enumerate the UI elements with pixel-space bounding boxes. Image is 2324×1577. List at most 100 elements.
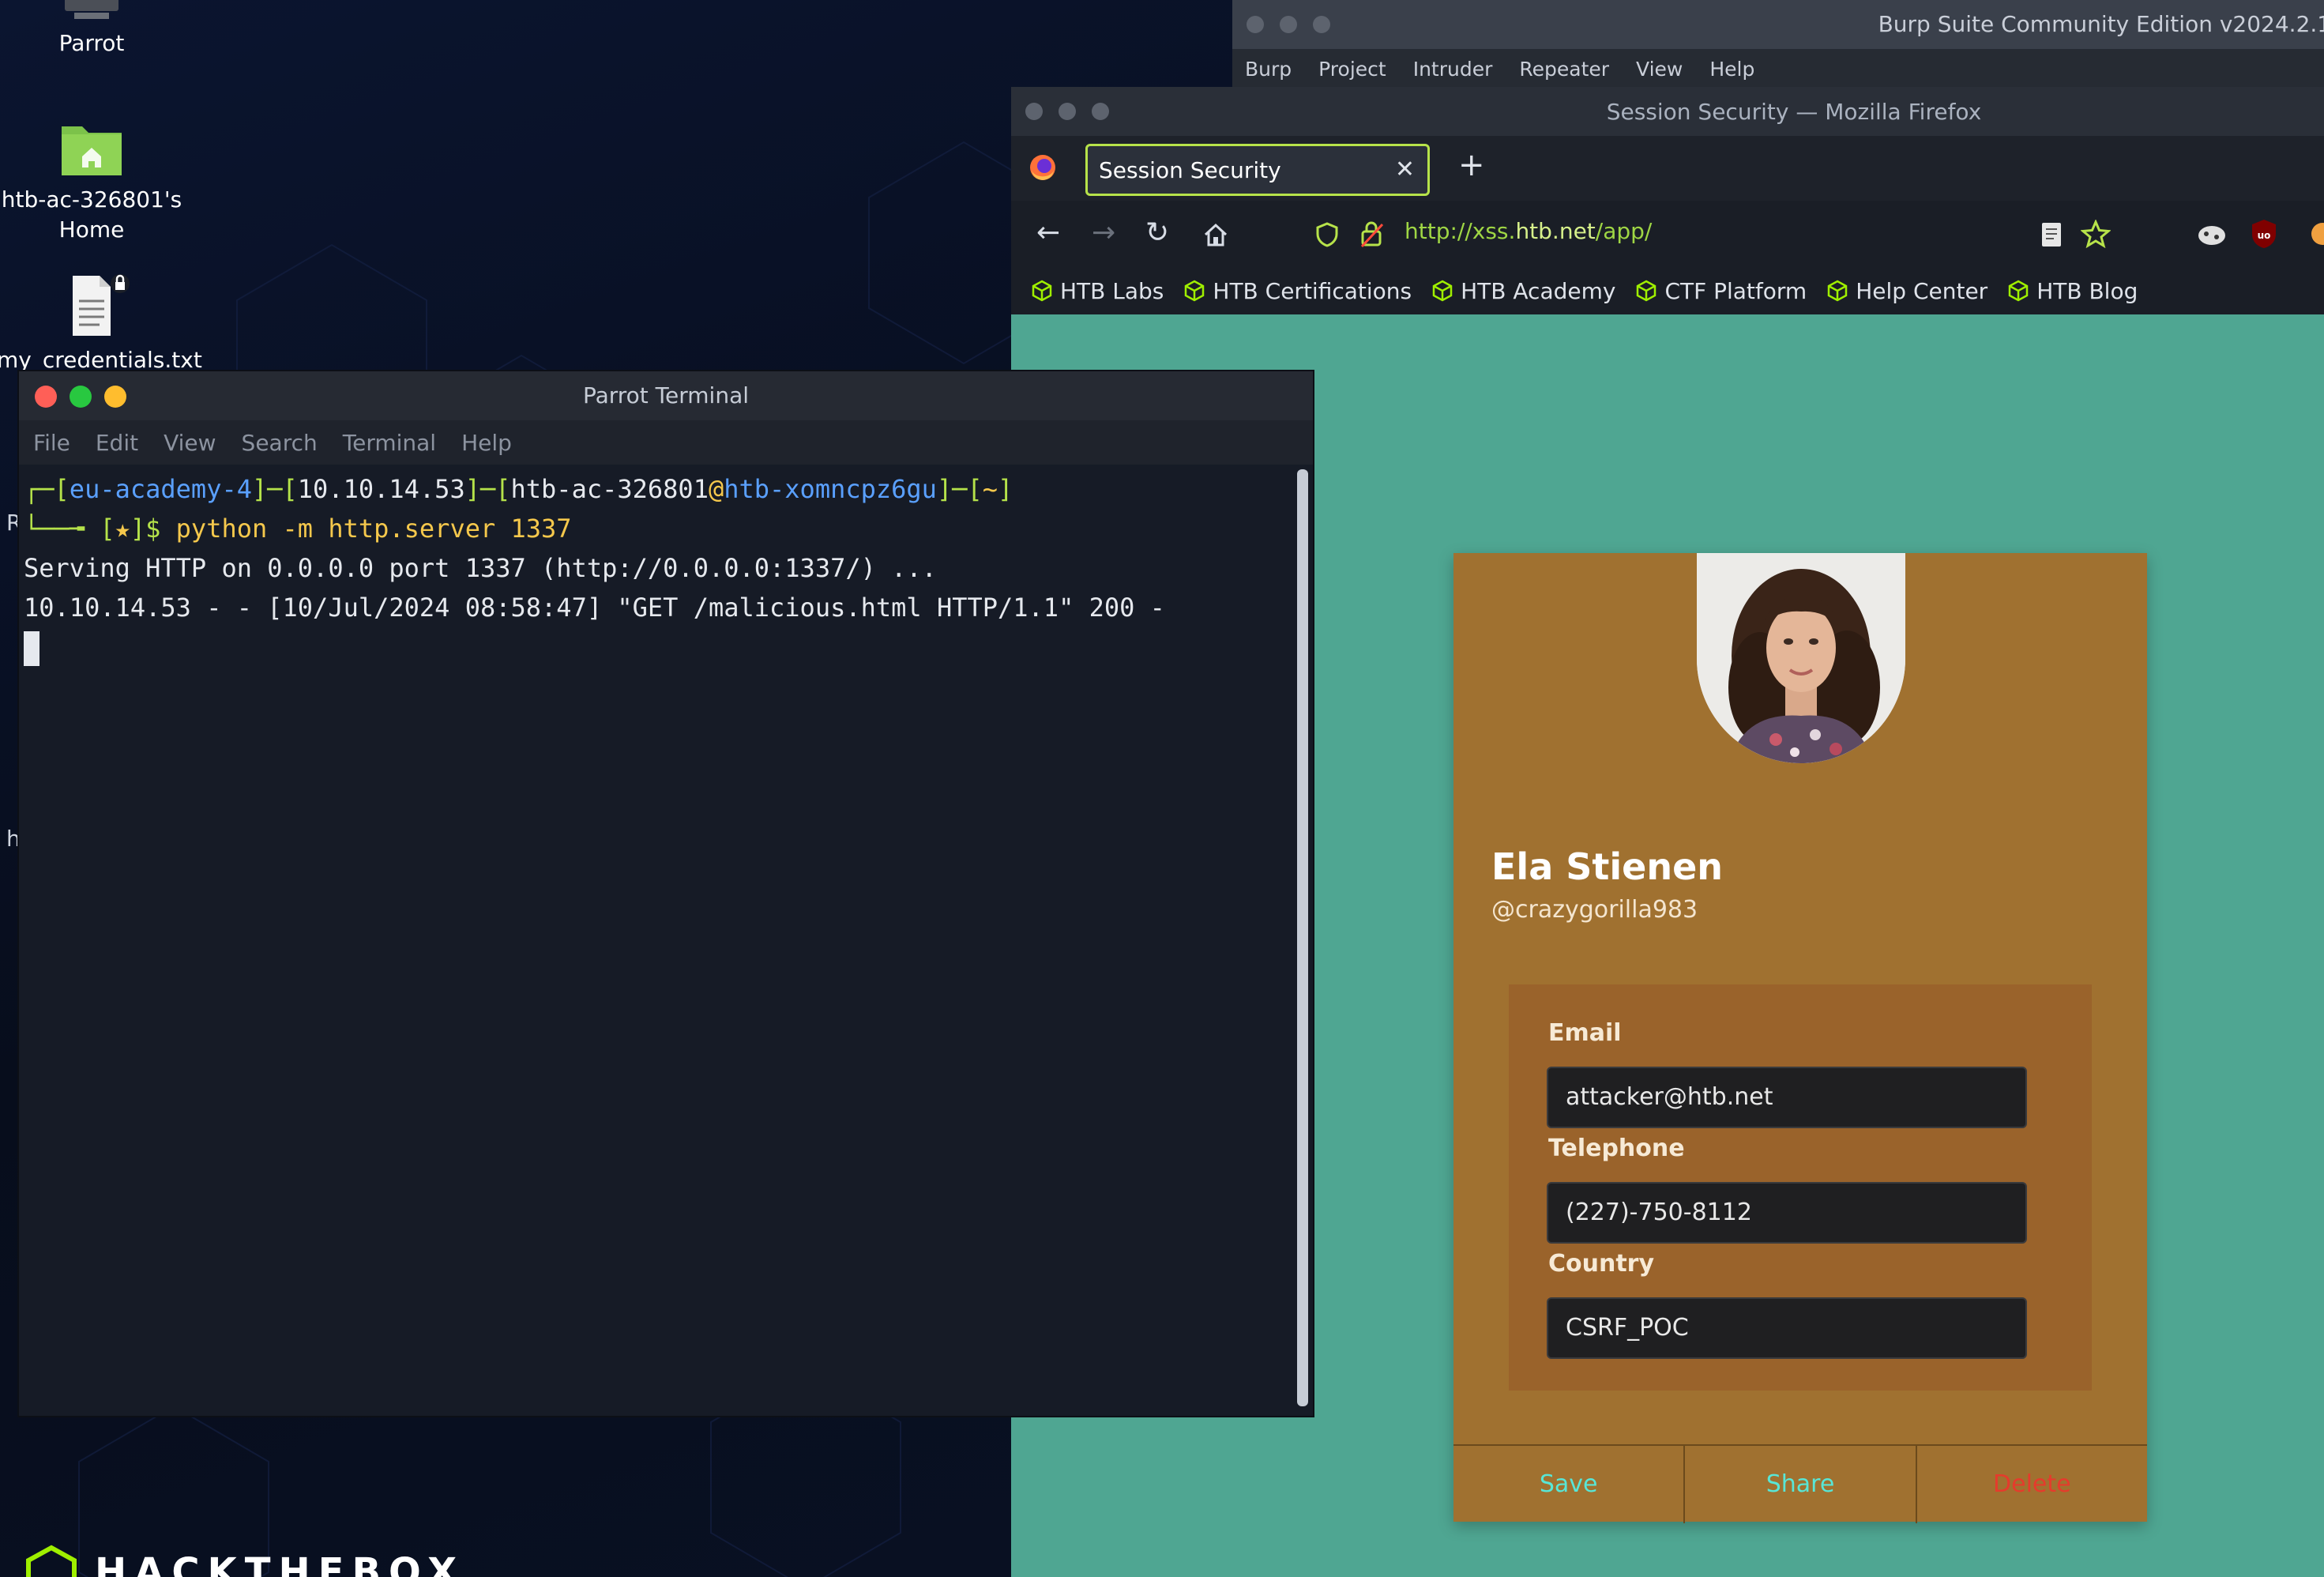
firefox-minimize-button[interactable]: [1059, 103, 1076, 120]
terminal-output-line: Serving HTTP on 0.0.0.0 port 1337 (http:…: [24, 553, 937, 583]
tab-title: Session Security: [1099, 156, 1281, 183]
burp-menu-repeater[interactable]: Repeater: [1519, 58, 1609, 81]
extension-cookie-icon[interactable]: [2196, 220, 2228, 248]
prompt-frame: ┌─[: [24, 474, 70, 504]
ublock-origin-icon[interactable]: uo: [2250, 218, 2278, 250]
prompt-frame: └──╼: [24, 514, 100, 544]
share-button[interactable]: Share: [1685, 1446, 1917, 1523]
hackthebox-wordmark: HACKTHEBOX: [95, 1550, 465, 1577]
bookmark-htb-labs[interactable]: HTB Labs: [1030, 278, 1164, 304]
bookmarks-toolbar: HTB Labs HTB Certifications HTB Academy …: [1011, 267, 2324, 315]
burp-maximize-button[interactable]: [1313, 16, 1330, 33]
delete-button[interactable]: Delete: [1917, 1446, 2147, 1523]
reader-view-icon[interactable]: [2040, 221, 2063, 248]
back-arrow-icon[interactable]: ←: [1036, 216, 1060, 249]
profile-handle: @crazygorilla983: [1491, 896, 1698, 924]
burp-menubar: Burp Project Intruder Repeater View Help: [1232, 49, 2324, 88]
htb-cube-icon: [1185, 280, 1205, 302]
avatar-photo: [1697, 553, 1905, 763]
desktop-icon-label: my_credentials.txt: [0, 347, 202, 373]
close-tab-icon[interactable]: ✕: [1395, 156, 1415, 183]
bookmark-help-center[interactable]: Help Center: [1826, 278, 1987, 304]
prompt-line-1: ┌─[eu-academy-4]─[10.10.14.53]─[htb-ac-3…: [24, 469, 1283, 509]
text-file-icon: [73, 274, 130, 336]
desktop-icon-parrot[interactable]: Parrot: [0, 0, 186, 58]
terminal-menu-terminal[interactable]: Terminal: [343, 430, 436, 456]
firefox-close-button[interactable]: [1025, 103, 1043, 120]
url-path: /app/: [1595, 218, 1653, 244]
terminal-menubar: File Edit View Search Terminal Help: [19, 420, 1313, 465]
forward-arrow-icon[interactable]: →: [1092, 216, 1115, 249]
bookmark-label: HTB Blog: [2036, 277, 2138, 304]
firefox-view-icon[interactable]: [1027, 152, 1059, 183]
terminal-titlebar[interactable]: Parrot Terminal: [19, 371, 1313, 420]
prompt-ip: 10.10.14.53: [297, 474, 465, 504]
prompt-line-2: └──╼ [★]$ python -m http.server 1337: [24, 509, 1283, 548]
url-bar[interactable]: http://xss.htb.net/app/: [1405, 218, 1652, 244]
bookmark-label: Help Center: [1856, 277, 1988, 304]
home-icon[interactable]: [1202, 221, 1229, 248]
bookmark-ctf-platform[interactable]: CTF Platform: [1634, 278, 1807, 304]
prompt-frame: ]─[: [464, 474, 511, 504]
bookmark-htb-certifications[interactable]: HTB Certifications: [1183, 278, 1412, 304]
country-field[interactable]: CSRF_POC: [1547, 1297, 2027, 1359]
terminal-output[interactable]: ┌─[eu-academy-4]─[10.10.14.53]─[htb-ac-3…: [19, 465, 1283, 1413]
htb-cube-icon: [1032, 280, 1052, 302]
terminal-scrollbar[interactable]: [1297, 469, 1308, 1406]
insecure-lock-icon[interactable]: [1359, 220, 1386, 248]
reload-icon[interactable]: ↻: [1145, 216, 1169, 249]
profile-name: Ela Stienen: [1491, 845, 1724, 888]
bookmark-label: CTF Platform: [1664, 277, 1807, 304]
htb-cube-icon: [2008, 280, 2029, 302]
terminal-cursor: [24, 631, 39, 666]
new-tab-icon[interactable]: +: [1458, 147, 1485, 183]
htb-cube-icon: [1637, 280, 1657, 302]
bookmark-star-icon[interactable]: [2081, 220, 2111, 248]
desktop-icon-home[interactable]: htb-ac-326801's Home: [0, 119, 186, 245]
burp-close-button[interactable]: [1247, 16, 1264, 33]
prompt-frame: [: [100, 514, 115, 544]
email-label: Email: [1548, 1019, 1622, 1047]
profile-actions: Save Share Delete: [1453, 1444, 2147, 1523]
terminal-menu-search[interactable]: Search: [242, 430, 318, 456]
burp-window: Burp Suite Community Edition v2024.2.1. …: [1232, 0, 2324, 88]
telephone-label: Telephone: [1548, 1135, 1685, 1162]
url-domain: htb.net: [1515, 218, 1596, 244]
desktop-icon-label: Parrot: [58, 30, 125, 56]
prompt-host-tag: eu-academy-4: [69, 474, 252, 504]
bookmark-htb-blog[interactable]: HTB Blog: [2006, 278, 2138, 304]
firefox-titlebar[interactable]: Session Security — Mozilla Firefox: [1011, 87, 2324, 136]
tracking-shield-icon[interactable]: [1314, 221, 1340, 248]
firefox-maximize-button[interactable]: [1092, 103, 1109, 120]
save-button[interactable]: Save: [1453, 1446, 1686, 1523]
bookmark-label: HTB Labs: [1060, 277, 1164, 304]
email-field[interactable]: attacker@htb.net: [1547, 1067, 2027, 1128]
burp-menu-intruder[interactable]: Intruder: [1413, 58, 1493, 81]
prompt-at: @: [708, 474, 724, 504]
burp-menu-project[interactable]: Project: [1318, 58, 1386, 81]
extension-partial-icon[interactable]: [2308, 220, 2324, 248]
terminal-menu-edit[interactable]: Edit: [96, 430, 138, 456]
htb-cube-icon: [26, 1545, 77, 1577]
terminal-menu-file[interactable]: File: [33, 430, 70, 456]
avatar: [1697, 553, 1905, 763]
bookmark-htb-academy[interactable]: HTB Academy: [1431, 278, 1615, 304]
url-prefix: http://xss.: [1405, 218, 1516, 244]
terminal-cursor-line: [24, 627, 1283, 667]
prompt-frame: ]─[: [251, 474, 298, 504]
desktop-icon-credentials[interactable]: my_credentials.txt: [0, 273, 202, 375]
burp-menu-view[interactable]: View: [1636, 58, 1683, 81]
prompt-frame: ]─[: [936, 474, 983, 504]
htb-cube-icon: [1432, 280, 1453, 302]
burp-minimize-button[interactable]: [1280, 16, 1297, 33]
bookmark-label: HTB Academy: [1461, 277, 1616, 304]
htb-cube-icon: [1827, 280, 1848, 302]
burp-menu-burp[interactable]: Burp: [1245, 58, 1292, 81]
telephone-field[interactable]: (227)-750-8112: [1547, 1182, 2027, 1244]
tab-session-security[interactable]: Session Security ✕: [1085, 144, 1430, 196]
terminal-menu-view[interactable]: View: [164, 430, 216, 456]
terminal-menu-help[interactable]: Help: [461, 430, 512, 456]
burp-menu-help[interactable]: Help: [1709, 58, 1754, 81]
svg-text:uo: uo: [2258, 230, 2271, 241]
burp-titlebar[interactable]: Burp Suite Community Edition v2024.2.1.: [1232, 0, 2324, 49]
